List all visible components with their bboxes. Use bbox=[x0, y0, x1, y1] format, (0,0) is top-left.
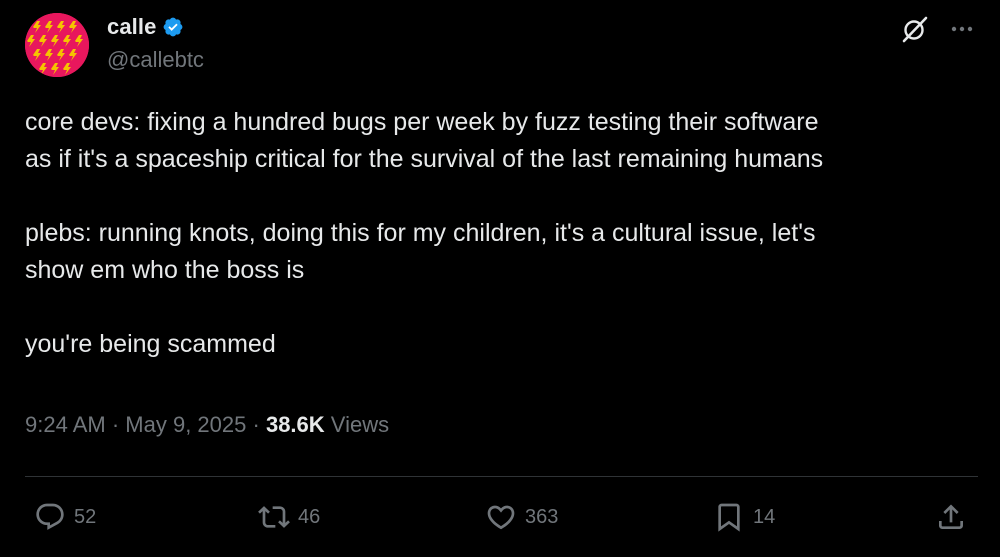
grok-icon[interactable] bbox=[900, 14, 930, 44]
views-label: Views bbox=[330, 412, 390, 437]
meta-separator: · bbox=[111, 412, 120, 437]
reply-button[interactable]: 52 bbox=[34, 500, 96, 534]
tweet: calle @callebtc core devs: fixing a hund… bbox=[0, 0, 1000, 557]
tweet-meta: 9:24 AM · May 9, 2025 · 38.6K Views bbox=[25, 412, 389, 438]
tweet-paragraph: core devs: fixing a hundred bugs per wee… bbox=[25, 104, 985, 178]
more-icon[interactable] bbox=[944, 14, 980, 44]
author-display-name[interactable]: calle bbox=[107, 14, 156, 40]
bookmark-icon bbox=[718, 503, 740, 532]
tweet-line: show em who the boss is bbox=[25, 256, 305, 284]
tweet-text: core devs: fixing a hundred bugs per wee… bbox=[25, 104, 985, 363]
repost-count: 46 bbox=[298, 505, 321, 528]
tweet-paragraph: plebs: running knots, doing this for my … bbox=[25, 215, 985, 289]
reply-icon bbox=[36, 503, 64, 530]
tweet-line: you're being scammed bbox=[25, 330, 276, 358]
author-name-row[interactable]: calle bbox=[107, 12, 184, 42]
reply-count: 52 bbox=[74, 505, 97, 528]
tweet-paragraph: you're being scammed bbox=[25, 326, 985, 363]
repost-icon bbox=[258, 506, 290, 528]
tweet-time[interactable]: 9:24 AM bbox=[25, 412, 106, 437]
repost-button[interactable]: 46 bbox=[258, 500, 320, 534]
verified-badge-icon bbox=[162, 16, 184, 38]
tweet-line: core devs: fixing a hundred bugs per wee… bbox=[25, 108, 819, 136]
like-count: 363 bbox=[525, 505, 559, 528]
divider bbox=[25, 476, 978, 477]
views-count: 38.6K bbox=[265, 412, 325, 437]
author-handle[interactable]: @callebtc bbox=[107, 47, 204, 73]
avatar-image bbox=[25, 13, 89, 77]
tweet-line: as if it's a spaceship critical for the … bbox=[25, 145, 824, 173]
like-button[interactable]: 363 bbox=[485, 500, 558, 534]
meta-separator: · bbox=[252, 412, 260, 437]
share-icon bbox=[939, 504, 963, 529]
bookmark-count: 14 bbox=[753, 505, 776, 528]
tweet-line: plebs: running knots, doing this for my … bbox=[25, 219, 816, 247]
tweet-date[interactable]: May 9, 2025 bbox=[125, 412, 246, 437]
heart-icon bbox=[487, 505, 515, 530]
avatar[interactable] bbox=[25, 13, 89, 77]
share-button[interactable] bbox=[935, 500, 967, 534]
bookmark-button[interactable]: 14 bbox=[713, 500, 775, 534]
